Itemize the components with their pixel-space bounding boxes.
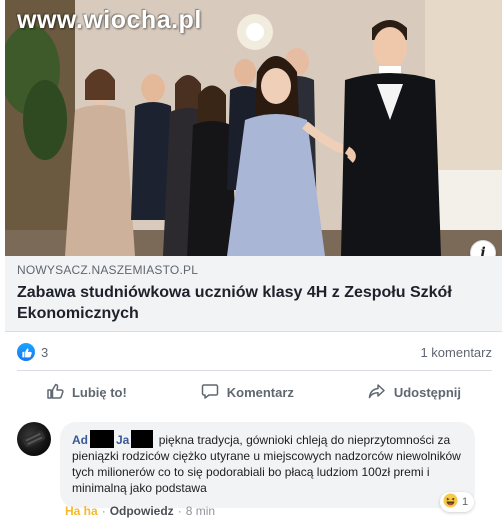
comment-timestamp[interactable]: 8 min [186, 504, 215, 518]
share-icon [368, 382, 386, 403]
post-photo[interactable]: www.wiocha.pl [5, 0, 502, 256]
author-name-start: Ad [72, 433, 88, 447]
comment-label: Komentarz [226, 384, 294, 400]
reaction-summary[interactable]: 3 [17, 343, 48, 361]
comment-button[interactable]: Komentarz [187, 376, 308, 409]
redaction-bar [90, 430, 114, 448]
link-preview[interactable]: NOWYSACZ.NASZEMIASTO.PL Zabawa studniówk… [5, 256, 502, 332]
author-name-mid: Ja [116, 433, 130, 447]
like-button[interactable]: Lubię to! [32, 376, 141, 409]
reply-link[interactable]: Odpowiedz [110, 504, 174, 518]
haha-emoji-icon [443, 493, 458, 511]
link-domain: NOWYSACZ.NASZEMIASTO.PL [17, 263, 199, 277]
comment-meta: Ha ha · Odpowiedz · 8 min [65, 504, 215, 518]
redaction-bar [131, 430, 154, 448]
share-label: Udostępnij [393, 384, 462, 400]
share-button[interactable]: Udostępnij [354, 376, 475, 409]
comment-reaction-chip[interactable]: 1 [440, 492, 475, 512]
divider [17, 370, 492, 371]
thumbs-up-icon [46, 382, 64, 403]
like-label: Lubię to! [71, 384, 127, 400]
comment-count[interactable]: 1 komentarz [420, 345, 492, 360]
post-actions: Lubię to! Komentarz Udostępnij [5, 374, 502, 410]
prom-photo-illustration [5, 0, 502, 256]
like-reaction-icon [17, 343, 35, 361]
comment-bubble: Ad Ja piękna tradycja, gównioki chleją do… [60, 422, 475, 508]
meta-separator: · [101, 504, 106, 518]
reactions-bar: 3 1 komentarz [5, 336, 502, 368]
haha-link[interactable]: Ha ha [65, 504, 98, 518]
watermark: www.wiocha.pl [17, 6, 202, 34]
meta-separator: · [177, 504, 182, 518]
comment-icon [201, 382, 219, 403]
comment-reaction-count: 1 [462, 496, 469, 508]
avatar[interactable] [17, 422, 51, 456]
comment-author[interactable]: Ad Ja [72, 430, 155, 448]
link-title[interactable]: Zabawa studniówkowa uczniów klasy 4H z Z… [17, 282, 477, 324]
like-count: 3 [41, 344, 49, 360]
comments-section: Ad Ja piękna tradycja, gównioki chleją do… [5, 412, 502, 527]
